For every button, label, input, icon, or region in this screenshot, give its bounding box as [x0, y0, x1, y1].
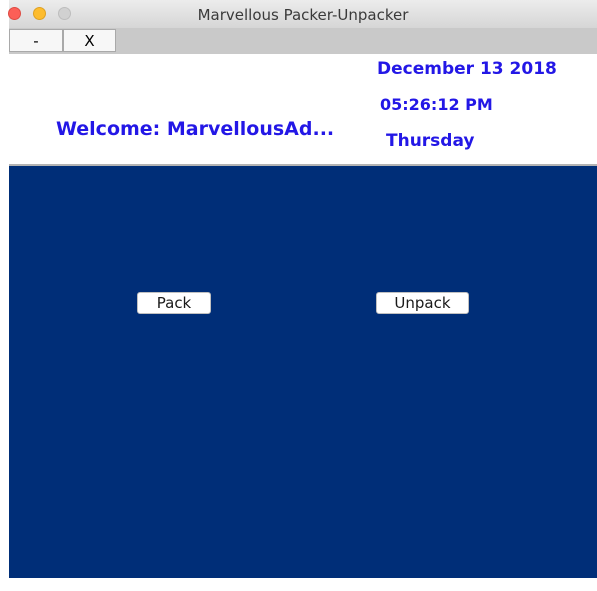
minimize-button[interactable]: -: [9, 29, 63, 52]
window-title: Marvellous Packer-Unpacker: [197, 6, 409, 24]
app-window: Marvellous Packer-Unpacker - X Welcome: …: [8, 0, 597, 578]
main-panel: Pack Unpack: [9, 166, 597, 578]
close-button[interactable]: X: [63, 29, 116, 52]
toolbar: - X: [9, 28, 597, 54]
title-bar[interactable]: Marvellous Packer-Unpacker: [8, 0, 597, 29]
pack-button[interactable]: Pack: [137, 292, 211, 314]
unpack-button[interactable]: Unpack: [376, 292, 469, 314]
header-panel: Welcome: MarvellousAd... December 13 201…: [9, 54, 597, 166]
welcome-label: Welcome: MarvellousAd...: [56, 118, 335, 140]
day-label: Thursday: [386, 131, 475, 151]
time-label: 05:26:12 PM: [380, 95, 493, 114]
date-label: December 13 2018: [377, 59, 557, 79]
